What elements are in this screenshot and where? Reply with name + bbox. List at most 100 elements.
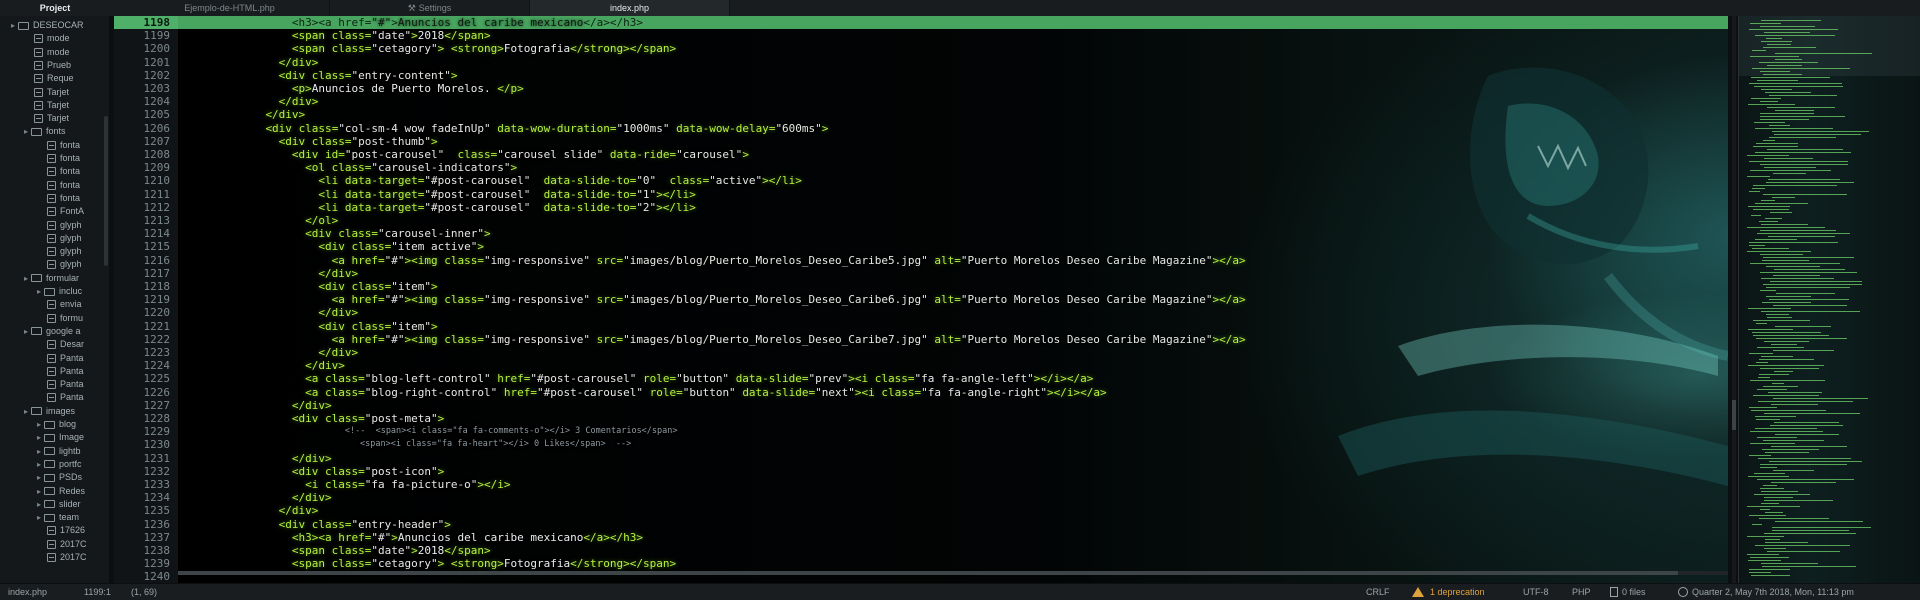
code-line[interactable]: <li data-target="#post-carousel" data-sl…	[318, 174, 802, 187]
minimap-viewport[interactable]	[1739, 16, 1920, 76]
line-number[interactable]: 1210	[114, 174, 171, 187]
code-line[interactable]: <!-- <span><i class="fa fa-comments-o"><…	[345, 425, 678, 438]
tree-folder[interactable]: ▸ incluc	[34, 285, 82, 298]
code-line[interactable]: <h3><a href="#">Anuncios del caribe mexi…	[292, 531, 643, 544]
tree-file[interactable]: glyph	[47, 219, 82, 232]
line-number[interactable]: 1216	[114, 254, 171, 267]
code-line[interactable]: </div>	[292, 452, 332, 465]
line-number[interactable]: 1202	[114, 69, 171, 82]
line-number[interactable]: 1217	[114, 267, 171, 280]
tree-folder[interactable]: ▸ team	[34, 511, 79, 524]
line-number[interactable]: 1231	[114, 452, 171, 465]
code-line[interactable]: <div class="post-meta">	[292, 412, 444, 425]
line-number[interactable]: 1224	[114, 359, 171, 372]
tab-index-php[interactable]: index.php	[530, 0, 730, 16]
tree-file[interactable]: Panta	[47, 365, 84, 378]
tree-file[interactable]: glyph	[47, 245, 82, 258]
horizontal-scrollbar-thumb[interactable]	[178, 571, 1678, 575]
line-number[interactable]: 1228	[114, 412, 171, 425]
vertical-scrollbar-thumb[interactable]	[1732, 400, 1736, 430]
code-line[interactable]: <p>Anuncios de Puerto Morelos. </p>	[292, 82, 524, 95]
status-grammar[interactable]: PHP	[1572, 584, 1591, 600]
tree-file[interactable]: mode	[34, 32, 70, 45]
tree-folder[interactable]: ▸ formular	[21, 272, 79, 285]
chevron-icon[interactable]: ▸	[34, 418, 44, 431]
code-line[interactable]: </div>	[318, 267, 358, 280]
vertical-scrollbar-track[interactable]	[1732, 16, 1736, 583]
tree-file[interactable]: Panta	[47, 378, 84, 391]
line-number[interactable]: 1205	[114, 108, 171, 121]
code-line[interactable]: </div>	[305, 359, 345, 372]
sidebar-scrollbar[interactable]	[104, 116, 108, 266]
tree-file[interactable]: fonta	[47, 139, 80, 152]
chevron-icon[interactable]: ▸	[21, 272, 31, 285]
line-number[interactable]: 1201	[114, 56, 171, 69]
line-number[interactable]: 1208	[114, 148, 171, 161]
tree-file[interactable]: glyph	[47, 232, 82, 245]
code-line[interactable]: <a href="#"><img class="img-responsive" …	[332, 333, 1246, 346]
code-line[interactable]: <div id="post-carousel" class="carousel …	[292, 148, 749, 161]
line-number[interactable]: 1233	[114, 478, 171, 491]
line-number[interactable]: 1198	[114, 16, 171, 29]
status-selection[interactable]: (1, 69)	[131, 584, 157, 600]
code-line[interactable]: <i class="fa fa-picture-o"></i>	[305, 478, 510, 491]
tab-ejemplo-de-html[interactable]: Ejemplo-de-HTML.php	[130, 0, 330, 16]
status-encoding[interactable]: UTF-8	[1523, 584, 1549, 600]
line-number[interactable]: 1212	[114, 201, 171, 214]
tab-settings[interactable]: ⚒ Settings	[330, 0, 530, 16]
tree-folder[interactable]: ▸ Image	[34, 431, 84, 444]
code-line[interactable]: <span class="date">2018</span>	[292, 29, 491, 42]
line-number[interactable]: 1236	[114, 518, 171, 531]
line-number[interactable]: 1227	[114, 399, 171, 412]
code-line[interactable]: <h3><a href="#">Anuncios del caribe mexi…	[292, 16, 643, 29]
line-number[interactable]: 1209	[114, 161, 171, 174]
tree-folder[interactable]: ▸ blog	[34, 418, 76, 431]
tree-folder[interactable]: ▸ lightb	[34, 445, 81, 458]
tree-file[interactable]: fonta	[47, 192, 80, 205]
code-line[interactable]: </div>	[318, 346, 358, 359]
chevron-icon[interactable]: ▸	[34, 445, 44, 458]
line-number[interactable]: 1200	[114, 42, 171, 55]
line-number[interactable]: 1220	[114, 306, 171, 319]
code-line[interactable]: <div class="post-thumb">	[279, 135, 438, 148]
code-line[interactable]: <li data-target="#post-carousel" data-sl…	[318, 188, 696, 201]
code-line[interactable]: </div>	[279, 95, 319, 108]
code-line[interactable]: </div>	[265, 108, 305, 121]
status-deprecation[interactable]: 1 deprecation	[1412, 584, 1485, 600]
line-number[interactable]: 1239	[114, 557, 171, 570]
line-number[interactable]: 1207	[114, 135, 171, 148]
tree-file[interactable]: Panta	[47, 391, 84, 404]
line-number[interactable]: 1223	[114, 346, 171, 359]
code-line[interactable]: <a class="blog-right-control" href="#pos…	[305, 386, 1106, 399]
code-line[interactable]: <div class="item">	[318, 280, 437, 293]
code-line[interactable]: <a class="blog-left-control" href="#post…	[305, 372, 1093, 385]
line-number[interactable]: 1219	[114, 293, 171, 306]
code-line[interactable]: <span class="cetagory"> <strong>Fotograf…	[292, 42, 676, 55]
line-number[interactable]: 1235	[114, 504, 171, 517]
chevron-icon[interactable]: ▸	[21, 405, 31, 418]
line-number[interactable]: 1230	[114, 438, 171, 451]
tree-file[interactable]: fonta	[47, 179, 80, 192]
tree-file[interactable]: fonta	[47, 165, 80, 178]
tree-file[interactable]: 2017C	[47, 538, 87, 551]
tree-folder[interactable]: ▸ fonts	[21, 125, 66, 138]
chevron-icon[interactable]: ▸	[34, 485, 44, 498]
code-line[interactable]: <div class="col-sm-4 wow fadeInUp" data-…	[265, 122, 828, 135]
tree-file[interactable]: mode	[34, 46, 70, 59]
tree-file[interactable]: formu	[47, 312, 83, 325]
line-number[interactable]: 1203	[114, 82, 171, 95]
tree-folder[interactable]: ▸ portfc	[34, 458, 82, 471]
code-line[interactable]: </div>	[279, 504, 319, 517]
tree-folder[interactable]: ▸ PSDs	[34, 471, 82, 484]
tree-folder[interactable]: ▸ images	[21, 405, 75, 418]
code-line[interactable]: <span><i class="fa fa-heart"></i> 0 Like…	[186, 438, 631, 451]
tree-folder[interactable]: ▸ DESEOCAR	[8, 19, 84, 32]
tree-file[interactable]: Desar	[47, 338, 84, 351]
code-line[interactable]: <span class="date">2018</span>	[292, 544, 491, 557]
chevron-icon[interactable]: ▸	[34, 511, 44, 524]
line-number[interactable]: 1237	[114, 531, 171, 544]
chevron-icon[interactable]: ▸	[21, 125, 31, 138]
line-number[interactable]: 1206	[114, 122, 171, 135]
line-number[interactable]: 1232	[114, 465, 171, 478]
tree-file[interactable]: FontA	[47, 205, 84, 218]
